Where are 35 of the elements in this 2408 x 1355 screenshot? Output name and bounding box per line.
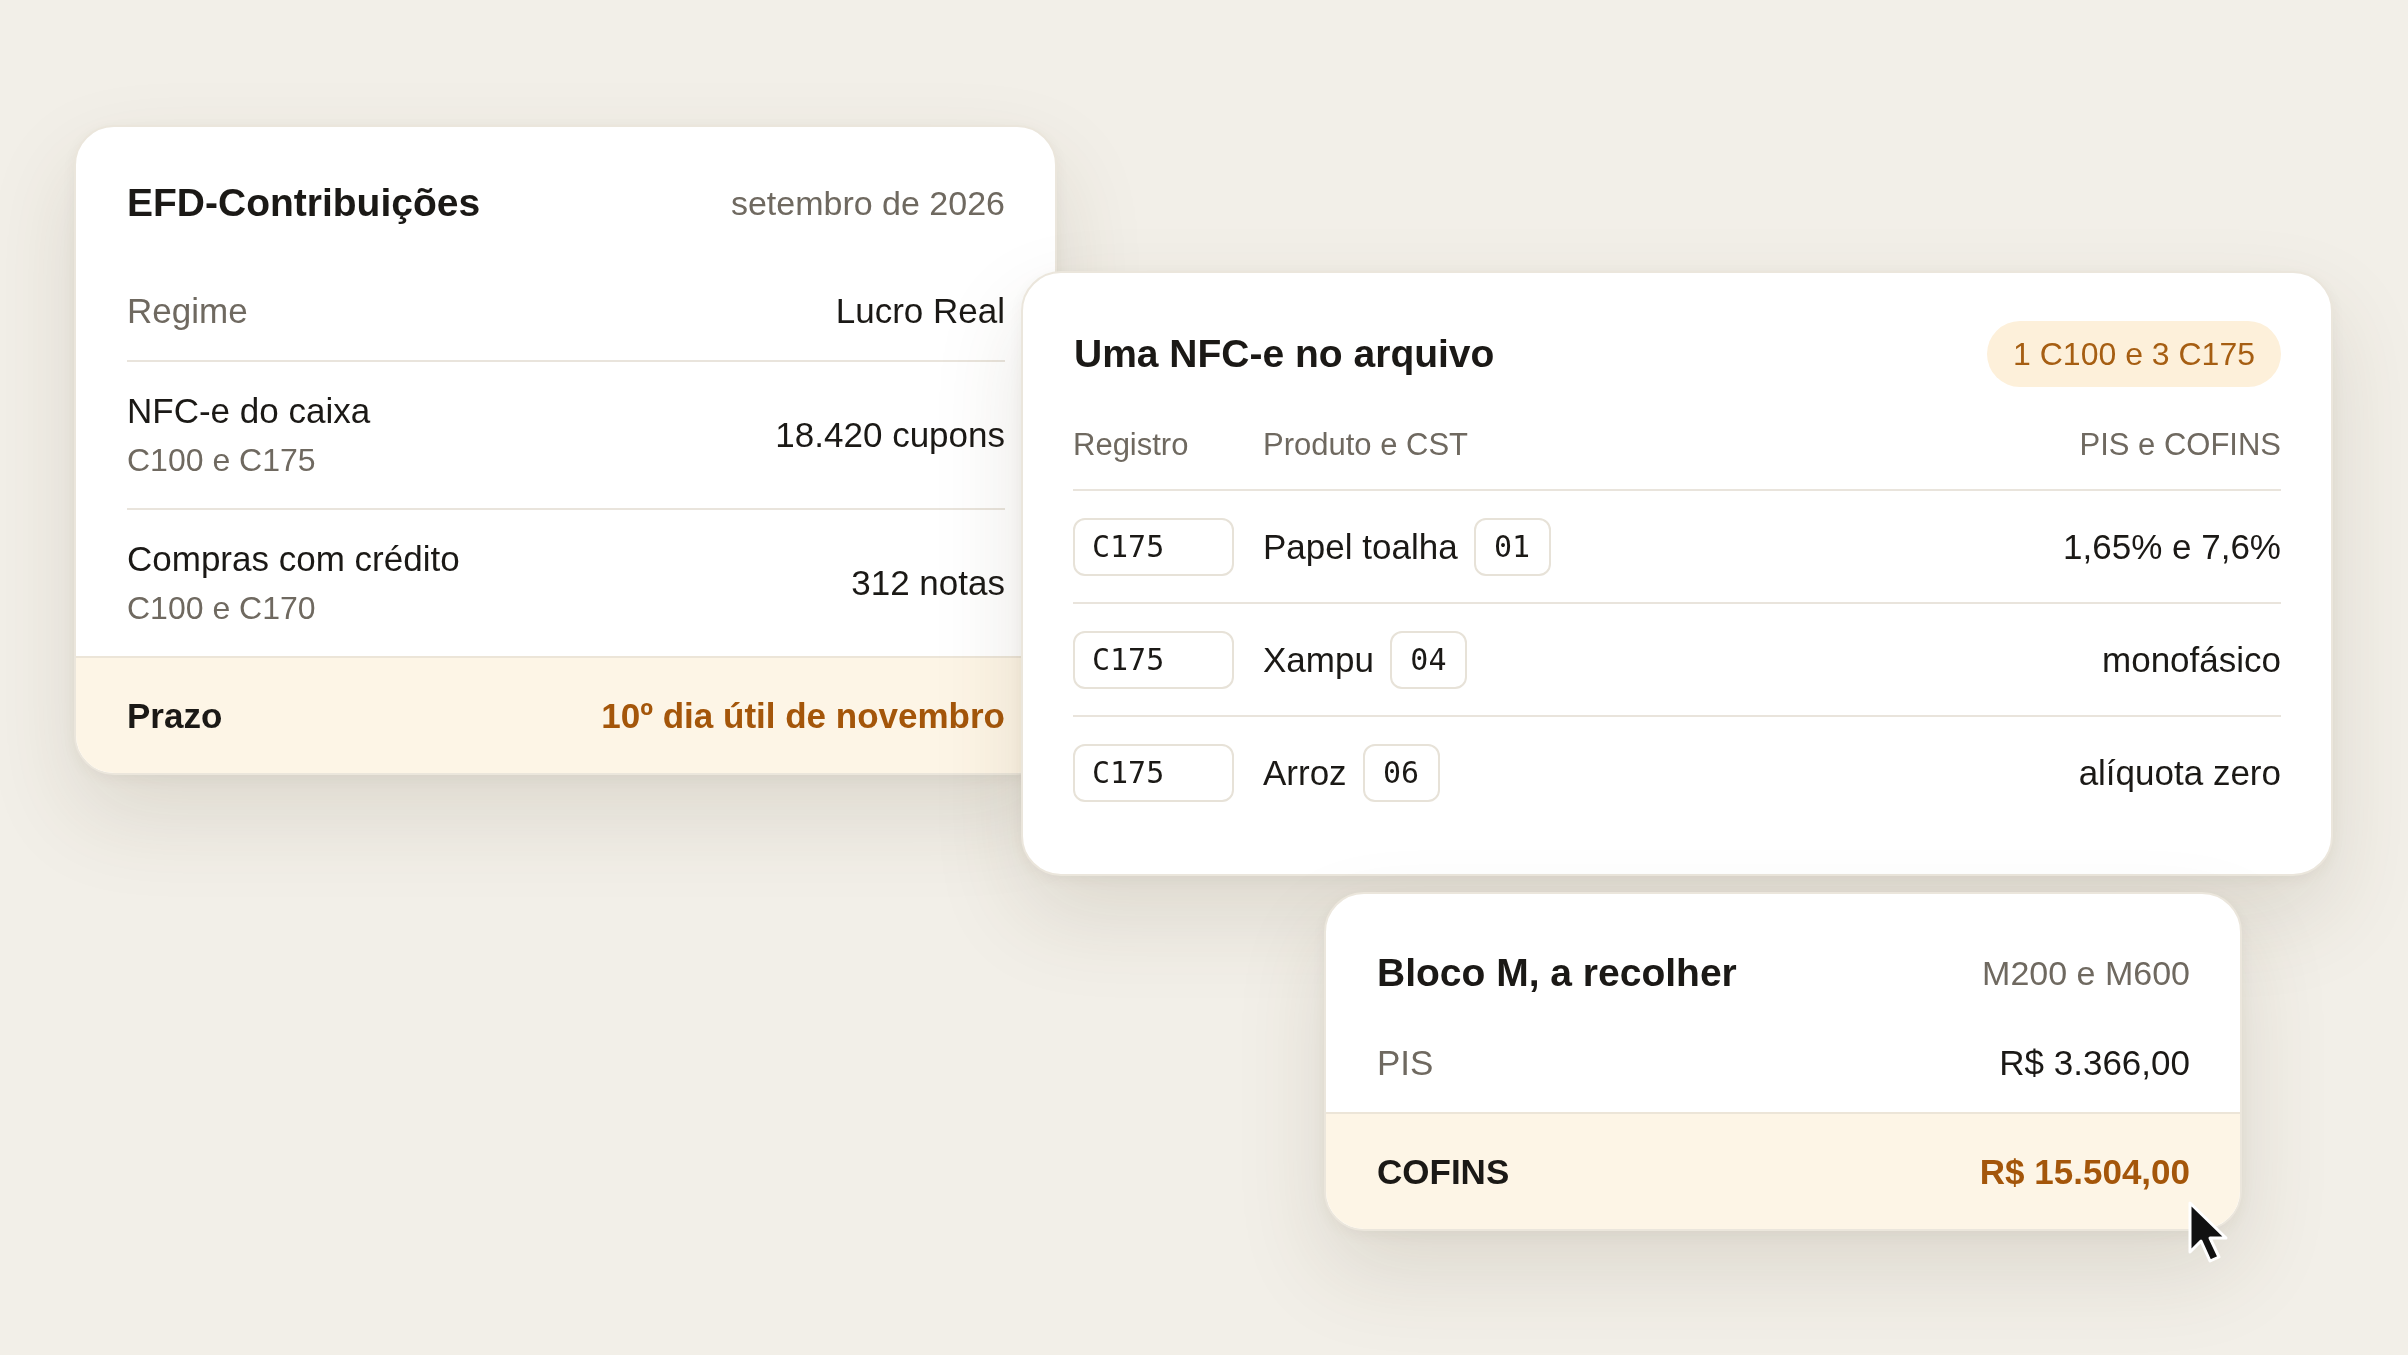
cst-code-tag: 06 xyxy=(1362,743,1440,802)
cst-code-tag: 01 xyxy=(1473,517,1551,576)
card-title: Uma NFC-e no arquivo xyxy=(1074,332,1495,376)
total-label: COFINS xyxy=(1377,1151,1510,1192)
column-header: Produto e CST xyxy=(1263,426,1470,464)
row-value: Lucro Real xyxy=(835,290,1005,332)
row-value: 18.420 cupons xyxy=(775,414,1005,456)
row-label: Regime xyxy=(127,290,248,332)
tax-label: PIS xyxy=(1377,1042,1434,1084)
record-codes: C100 e C170 xyxy=(127,589,317,628)
total-amount: R$ 15.504,00 xyxy=(1979,1151,2190,1192)
period-label: setembro de 2026 xyxy=(730,183,1005,224)
record-code-tag: C175 xyxy=(1073,630,1234,689)
card-title: Bloco M, a recolher xyxy=(1377,951,1737,995)
tax-rate: 1,65% e 7,6% xyxy=(2063,525,2281,568)
cst-code-tag: 04 xyxy=(1389,630,1467,689)
column-header: PIS e COFINS xyxy=(2079,426,2281,464)
record-count-badge: 1 C100 e 3 C175 xyxy=(1987,321,2281,387)
product-name: Xampu xyxy=(1263,638,1374,681)
record-codes: C100 e C175 xyxy=(127,441,317,480)
product-name: Papel toalha xyxy=(1263,525,1458,568)
deadline-label: Prazo xyxy=(127,695,223,736)
card-title: EFD-Contribuições xyxy=(127,181,481,225)
deadline-value: 10º dia útil de novembro xyxy=(601,695,1005,736)
column-header: Registro xyxy=(1073,426,1190,464)
tax-rate: monofásico xyxy=(2102,638,2281,681)
product-name: Arroz xyxy=(1263,751,1347,794)
row-label: NFC-e do caixa xyxy=(127,390,371,432)
record-codes: M200 e M600 xyxy=(1982,953,2190,994)
row-label: Compras com crédito xyxy=(127,538,460,580)
record-code-tag: C175 xyxy=(1073,517,1234,576)
tax-amount: R$ 3.366,00 xyxy=(1999,1042,2190,1084)
record-code-tag: C175 xyxy=(1073,743,1234,802)
row-value: 312 notas xyxy=(851,562,1005,604)
tax-rate: alíquota zero xyxy=(2078,751,2281,794)
